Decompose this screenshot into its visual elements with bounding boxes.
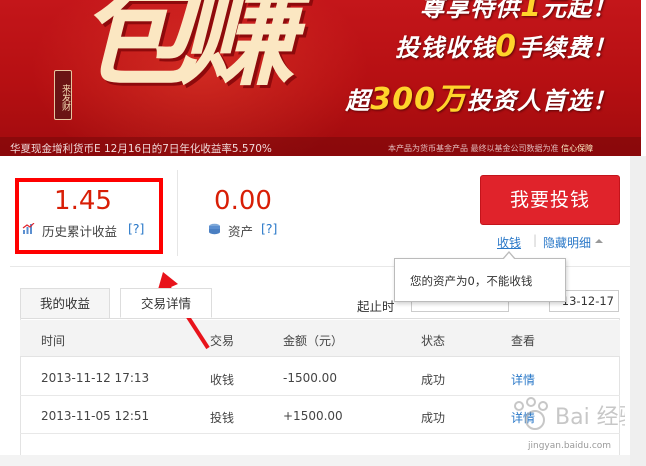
link-separator: |	[533, 233, 538, 247]
fund-yield-text: 华夏现金增利货币E 12月16日的7日年化收益率5.570%	[10, 143, 272, 155]
tab-transaction-details[interactable]: 交易详情	[120, 288, 212, 318]
assets-help-link[interactable]: [?]	[261, 221, 277, 236]
row-1-details-link[interactable]: 详情	[511, 371, 535, 388]
banner-slogan-1: 尊享特供1元起！	[420, 0, 617, 24]
slogan-3-prefix: 超	[345, 87, 371, 115]
header-status: 状态	[421, 334, 446, 348]
assets-value: 0.00	[214, 186, 272, 216]
banner-seal: 来发财	[54, 70, 72, 120]
watermark-text: Bai 经验	[555, 405, 625, 430]
header-time: 时间	[41, 334, 66, 348]
fund-disclaimer: 本产品为货币基金产品 最终以基金公司数据为准 信心保障	[388, 143, 593, 154]
invest-button[interactable]: 我要投钱	[480, 175, 620, 225]
summary-divider	[177, 170, 178, 256]
fund-disclaimer-text: 本产品为货币基金产品 最终以基金公司数据为准	[388, 144, 559, 153]
row-1-status: 成功	[421, 373, 446, 387]
caret-up-icon[interactable]	[595, 239, 603, 243]
slogan-3-suffix: 投资人首选！	[467, 87, 617, 115]
slogan-1-highlight: 1	[520, 0, 542, 24]
tab-my-earnings[interactable]: 我的收益	[20, 288, 110, 318]
hide-details-link[interactable]: 隐藏明细	[543, 234, 591, 251]
banner-calligraphy-char-2: 赚	[178, 0, 296, 102]
highlight-annotation-box	[15, 178, 163, 254]
header-view: 查看	[511, 334, 536, 348]
slogan-2-highlight: 0	[495, 29, 517, 64]
row-2-status: 成功	[421, 411, 446, 425]
coins-icon	[209, 223, 220, 235]
slogan-2-suffix: 手续费！	[517, 34, 617, 62]
row-1-time: 2013-11-12 17:13	[41, 371, 150, 385]
withdraw-link[interactable]: 收钱	[497, 234, 521, 251]
page-gutter	[630, 156, 646, 466]
date-range-label: 起止时	[357, 299, 395, 314]
banner-calligraphy-char-1: 包	[78, 0, 196, 102]
slogan-1-suffix: 元起！	[542, 0, 617, 22]
banner-slogan-3: 超300万投资人首选！	[345, 74, 617, 118]
tooltip-arrow-inner	[503, 253, 515, 260]
slogan-1-prefix: 尊享特供	[420, 0, 521, 22]
slogan-2-prefix: 投钱收钱	[395, 34, 496, 62]
row-1-amount: -1500.00	[283, 371, 337, 385]
slogan-3-highlight: 300万	[370, 82, 467, 117]
withdraw-tooltip: 您的资产为0，不能收钱	[394, 258, 566, 302]
row-2-time: 2013-11-05 12:51	[41, 409, 150, 423]
header-amount: 金额（元）	[283, 334, 344, 348]
promo-banner[interactable]: 包 赚 来发财 尊享特供1元起！ 投钱收钱0手续费！ 超300万投资人首选！ 华…	[0, 0, 641, 156]
row-1-type: 收钱	[210, 373, 235, 387]
banner-slogan-2: 投钱收钱0手续费！	[395, 28, 617, 64]
assets-label: 资产	[228, 224, 254, 239]
row-2-type: 投钱	[210, 411, 235, 425]
baidu-watermark-logo: Bai 经验	[514, 397, 625, 430]
row-2-amount: +1500.00	[283, 409, 343, 423]
fund-guarantee-link[interactable]: 信心保障	[561, 144, 593, 153]
watermark-url: jingyan.baidu.com	[528, 441, 612, 451]
